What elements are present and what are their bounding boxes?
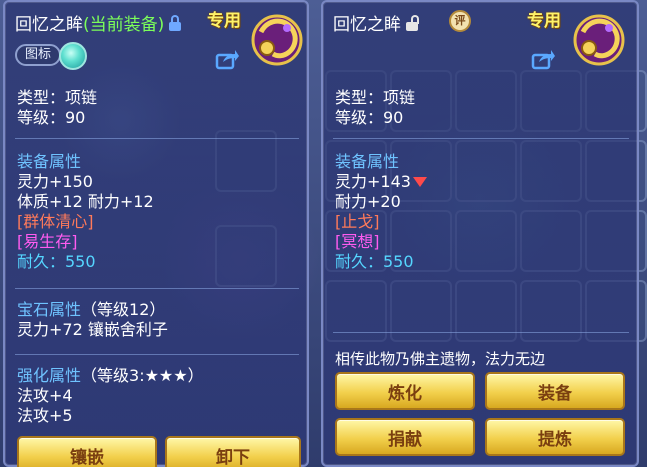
level-line: 等级：90: [335, 108, 404, 127]
item-legend: 相传此物乃佛主遗物，法力无边: [335, 350, 546, 368]
necklace-item-icon: [573, 14, 625, 66]
basic-info: 类型：项链 等级：90: [17, 88, 97, 128]
special-skill: [易生存]: [17, 232, 78, 251]
compare-item-tooltip: 回忆之眸 评 专用 类型：项链 等级：90 装备属性 灵力+143 耐力+20 …: [321, 0, 639, 467]
gem-level: （等级12）: [81, 300, 166, 319]
gem-line: 灵力+72 镶嵌舍利子: [17, 320, 168, 339]
share-icon[interactable]: [215, 48, 239, 70]
type-line: 类型：项链: [335, 88, 416, 107]
exclusive-label: 专用: [527, 11, 561, 31]
type-line: 类型：项链: [17, 88, 98, 107]
inlay-button[interactable]: 镶嵌: [17, 436, 157, 467]
equip-attributes: 装备属性 灵力+150 体质+12 耐力+12 [群体清心] [易生存] 耐久：…: [17, 152, 154, 272]
gem-attributes: 宝石属性（等级12） 灵力+72 镶嵌舍利子: [17, 300, 168, 340]
section-divider: [15, 138, 299, 139]
basic-info: 类型：项链 等级：90: [335, 88, 415, 128]
enhance-level: （等级3:★★★）: [81, 366, 204, 385]
enhance-attributes: 强化属性（等级3:★★★） 法攻+4 法攻+5: [17, 366, 204, 426]
item-name: 回忆之眸: [15, 15, 83, 35]
unlocked-icon[interactable]: [405, 14, 419, 31]
equipped-note: (当前装备): [83, 15, 165, 35]
durability-line: 耐久：550: [17, 252, 96, 271]
share-icon[interactable]: [531, 48, 555, 70]
decrease-arrow-icon: [412, 176, 427, 187]
durability-line: 耐久：550: [335, 252, 414, 271]
special-effect: [止戈]: [335, 212, 380, 231]
gem-orb-icon: [59, 42, 87, 70]
gem-header: 宝石属性: [17, 300, 82, 319]
equip-attributes: 装备属性 灵力+143 耐力+20 [止戈] [冥想] 耐久：550: [335, 152, 427, 272]
attr-line: 灵力+143: [335, 172, 411, 191]
item-title: 回忆之眸: [333, 10, 419, 35]
review-badge-icon[interactable]: 评: [449, 10, 471, 32]
attr-line: 灵力+150: [17, 172, 93, 191]
unequip-button[interactable]: 卸下: [165, 436, 301, 467]
item-title: 回忆之眸 (当前装备): [15, 10, 182, 35]
special-skill: [冥想]: [335, 232, 380, 251]
donate-button[interactable]: 捐献: [335, 418, 475, 456]
special-effect: [群体清心]: [17, 212, 94, 231]
equip-button[interactable]: 装备: [485, 372, 625, 410]
refine-button[interactable]: 炼化: [335, 372, 475, 410]
icon-tag[interactable]: 图标: [15, 44, 62, 66]
current-equipment-tooltip: 回忆之眸 (当前装备) 专用 图标 类型：项链 等级：90 装备属性 灵力+15…: [3, 0, 309, 467]
necklace-item-icon: [251, 14, 303, 66]
enhance-line: 法攻+5: [17, 406, 73, 425]
enhance-header: 强化属性: [17, 366, 82, 385]
exclusive-label: 专用: [207, 11, 241, 31]
section-divider: [333, 138, 629, 139]
section-divider: [333, 332, 629, 333]
enhance-line: 法攻+4: [17, 386, 73, 405]
attr-line: 体质+12 耐力+12: [17, 192, 154, 211]
equip-attr-header: 装备属性: [17, 152, 82, 171]
item-name: 回忆之眸: [333, 15, 401, 35]
locked-icon[interactable]: [168, 14, 182, 31]
extract-button[interactable]: 提炼: [485, 418, 625, 456]
equip-attr-header: 装备属性: [335, 152, 400, 171]
level-line: 等级：90: [17, 108, 86, 127]
section-divider: [15, 288, 299, 289]
attr-line: 耐力+20: [335, 192, 401, 211]
section-divider: [15, 354, 299, 355]
